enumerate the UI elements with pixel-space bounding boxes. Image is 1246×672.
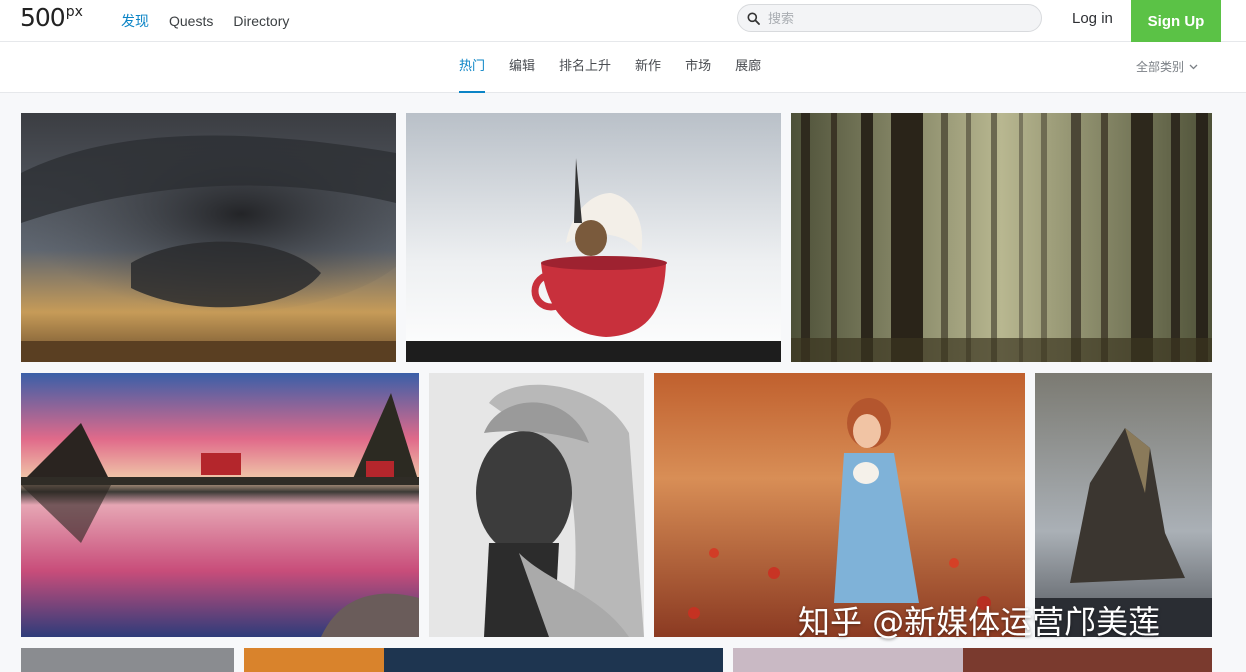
search-input[interactable]	[766, 8, 1030, 30]
photo-row3-2[interactable]	[244, 648, 723, 672]
search-icon	[747, 12, 760, 25]
photo-row3-3-image	[733, 648, 1212, 672]
photo-lake-sunset[interactable]	[21, 373, 419, 637]
photo-lake-sunset-image	[21, 373, 419, 637]
main-nav: 发现 Quests Directory	[121, 0, 289, 42]
top-navigation-bar: 500px 发现 Quests Directory Log in Sign Up	[0, 0, 1246, 43]
photo-bird-cup-image	[406, 113, 781, 362]
photo-row3-1[interactable]	[21, 648, 234, 672]
logo-text-sup: px	[65, 4, 83, 20]
logo-text: 500	[20, 3, 66, 32]
login-link[interactable]: Log in	[1072, 10, 1113, 27]
tab-upcoming[interactable]: 排名上升	[559, 42, 611, 93]
discover-tabs: 热门 编辑 排名上升 新作 市场 展廊	[459, 42, 761, 93]
logo-500px[interactable]: 500px	[20, 4, 83, 32]
photo-storm[interactable]	[21, 113, 396, 362]
photo-portrait-image	[429, 373, 644, 637]
photo-forest-image	[791, 113, 1212, 362]
photo-row3-3[interactable]	[733, 648, 1212, 672]
signup-button[interactable]: Sign Up	[1131, 0, 1221, 43]
photo-row3-2-image	[244, 648, 723, 672]
tab-galleries[interactable]: 展廊	[735, 42, 761, 93]
photo-portrait[interactable]	[429, 373, 644, 637]
category-dropdown[interactable]: 全部类别	[1136, 58, 1198, 75]
tab-fresh[interactable]: 新作	[635, 42, 661, 93]
category-tabs-bar: 热门 编辑 排名上升 新作 市场 展廊 全部类别	[0, 42, 1246, 93]
photo-row3-1-image	[21, 648, 234, 672]
photo-storm-image	[21, 113, 396, 362]
photo-forest[interactable]	[791, 113, 1212, 362]
search-box[interactable]	[737, 4, 1042, 32]
nav-discover[interactable]: 发现	[121, 11, 149, 31]
tab-market[interactable]: 市场	[685, 42, 711, 93]
watermark-text: 知乎 @新媒体运营邝美莲	[798, 603, 1161, 641]
tab-popular[interactable]: 热门	[459, 42, 486, 93]
tab-editors[interactable]: 编辑	[509, 42, 535, 93]
nav-quests[interactable]: Quests	[169, 13, 213, 29]
photo-bird-cup[interactable]	[406, 113, 781, 362]
chevron-down-icon	[1189, 64, 1198, 69]
category-dropdown-label: 全部类别	[1136, 60, 1185, 74]
nav-directory[interactable]: Directory	[233, 13, 289, 29]
